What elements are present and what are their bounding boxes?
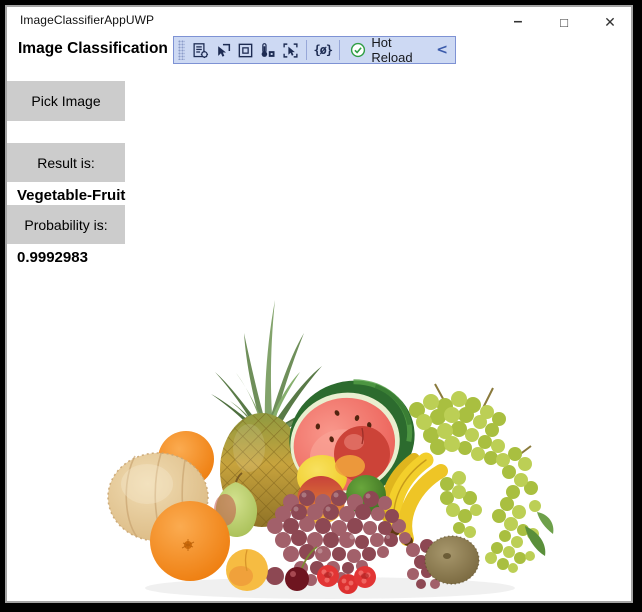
- grape-leaf: [537, 512, 554, 534]
- show-code-icon[interactable]: {ø}: [313, 38, 333, 62]
- app-window: ImageClassifierAppUWP – □ ✕ Image Classi…: [5, 5, 633, 603]
- enable-selection-icon[interactable]: [213, 38, 232, 62]
- track-focused-element-icon[interactable]: [258, 38, 277, 62]
- display-layout-adorners-icon[interactable]: [236, 38, 255, 62]
- nectarine: [334, 426, 390, 482]
- fruit-photo-illustration: [107, 300, 554, 599]
- classified-image: [95, 288, 555, 603]
- kiwi: [424, 535, 480, 585]
- vs-debug-toolbar: {ø} Hot Reload <: [173, 35, 456, 65]
- select-element-icon[interactable]: [281, 38, 300, 62]
- pick-image-button[interactable]: Pick Image: [7, 81, 125, 121]
- hot-reload-check-icon: [350, 42, 366, 58]
- page-title: Image Classification: [18, 40, 168, 57]
- toolbar-grip-handle[interactable]: [178, 40, 185, 60]
- go-to-live-visual-tree-icon[interactable]: [191, 38, 210, 62]
- toolbar-separator: [338, 40, 340, 60]
- maximize-button-icon[interactable]: □: [553, 10, 575, 34]
- toolbar-separator: [306, 40, 308, 60]
- probability-value: 0.9992983: [17, 249, 88, 266]
- orange-front: [150, 501, 230, 581]
- bananas: [380, 452, 448, 546]
- collapse-toolbar-chevron-icon[interactable]: <: [430, 42, 450, 58]
- minimize-button-icon[interactable]: –: [507, 10, 529, 34]
- result-value: Vegetable-Fruit: [17, 187, 126, 204]
- window-controls: – □ ✕: [507, 10, 621, 34]
- apricot: [226, 549, 268, 591]
- probability-label: Probability is:: [7, 205, 125, 244]
- hot-reload-status[interactable]: Hot Reload: [345, 35, 427, 65]
- result-label: Result is:: [7, 143, 125, 182]
- close-button-icon[interactable]: ✕: [599, 10, 621, 34]
- window-title: ImageClassifierAppUWP: [20, 13, 155, 27]
- hot-reload-label: Hot Reload: [371, 35, 413, 65]
